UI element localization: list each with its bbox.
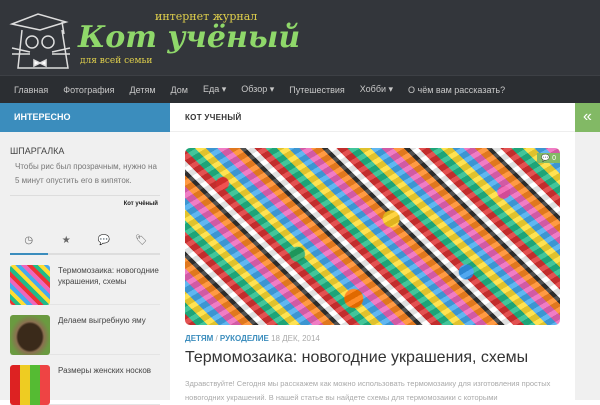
nav-kids[interactable]: Детям (130, 85, 156, 95)
post-excerpt: Здравствуйте! Сегодня мы расскажем как м… (185, 379, 551, 402)
category-link[interactable]: РУКОДЕЛИЕ (220, 334, 269, 343)
widget-text: Чтобы рис был прозрачным, нужно на 5 мин… (15, 162, 157, 185)
main-content: КОТ УЧЕНЫЙ 💬 0 ДЕТЯМ / РУКОДЕЛИЕ 18 ДЕК,… (170, 103, 575, 402)
separator: / (213, 334, 220, 343)
comment-count-badge[interactable]: 💬 0 (537, 153, 560, 163)
nav-review[interactable]: Обзор ▾ (241, 84, 274, 95)
main-heading: КОТ УЧЕНЫЙ (170, 103, 575, 132)
post-title[interactable]: Размеры женских носков (58, 365, 151, 397)
site-title[interactable]: Кот учёный (78, 20, 300, 55)
sidebar-toggle-button[interactable]: « (575, 103, 600, 132)
tags-icon[interactable]: 🏷 (123, 235, 161, 253)
left-sidebar: ИНТЕРЕСНО ШПАРГАЛКА Чтобы рис был прозра… (0, 103, 170, 405)
post-meta: ДЕТЯМ / РУКОДЕЛИЕ 18 ДЕК, 2014 (185, 334, 320, 343)
post-title[interactable]: Делаем выгребную яму (58, 315, 146, 347)
main-nav: Главная Фотография Детям Дом Еда ▾ Обзор… (0, 75, 600, 103)
comment-count: 0 (552, 155, 556, 162)
tagline-bottom: для всей семьи (80, 56, 153, 66)
nav-ask[interactable]: О чём вам рассказать? (408, 85, 505, 95)
nav-home[interactable]: Главная (14, 85, 48, 95)
post-title[interactable]: Термомозаика: новогодние украшения, схем… (185, 349, 528, 367)
site-header: интернет журнал Кот учёный для всей семь… (0, 0, 600, 75)
nav-hobby[interactable]: Хобби ▾ (360, 84, 393, 95)
cat-logo[interactable] (8, 8, 74, 70)
post-title[interactable]: Термомозаика: новогодние украшения, схем… (58, 265, 160, 297)
comments-icon[interactable]: 💬 (85, 235, 123, 253)
featured-image[interactable]: 💬 0 (185, 148, 560, 325)
list-item[interactable]: Размеры женских носков (10, 355, 160, 405)
list-item[interactable]: Термомозаика: новогодние украшения, схем… (10, 255, 160, 305)
nav-food[interactable]: Еда ▾ (203, 84, 226, 95)
sidebar-tabs: ◷ ★ 💬 🏷 (10, 235, 160, 255)
widget-title: ШПАРГАЛКА (10, 146, 65, 156)
divider (10, 195, 160, 196)
nav-home-dom[interactable]: Дом (171, 85, 188, 95)
category-link[interactable]: ДЕТЯМ (185, 334, 213, 343)
post-date: 18 ДЕК, 2014 (271, 334, 320, 343)
post-thumbnail[interactable] (10, 315, 50, 355)
clock-icon[interactable]: ◷ (10, 235, 48, 255)
post-thumbnail[interactable] (10, 265, 50, 305)
widget-author: Кот учёный (123, 201, 158, 207)
post-thumbnail[interactable] (10, 365, 50, 405)
star-icon[interactable]: ★ (48, 235, 86, 253)
list-item[interactable]: Делаем выгребную яму (10, 305, 160, 355)
right-sidebar: « (575, 103, 600, 400)
nav-travel[interactable]: Путешествия (289, 85, 345, 95)
nav-photo[interactable]: Фотография (63, 85, 114, 95)
sidebar-heading: ИНТЕРЕСНО (0, 103, 170, 132)
